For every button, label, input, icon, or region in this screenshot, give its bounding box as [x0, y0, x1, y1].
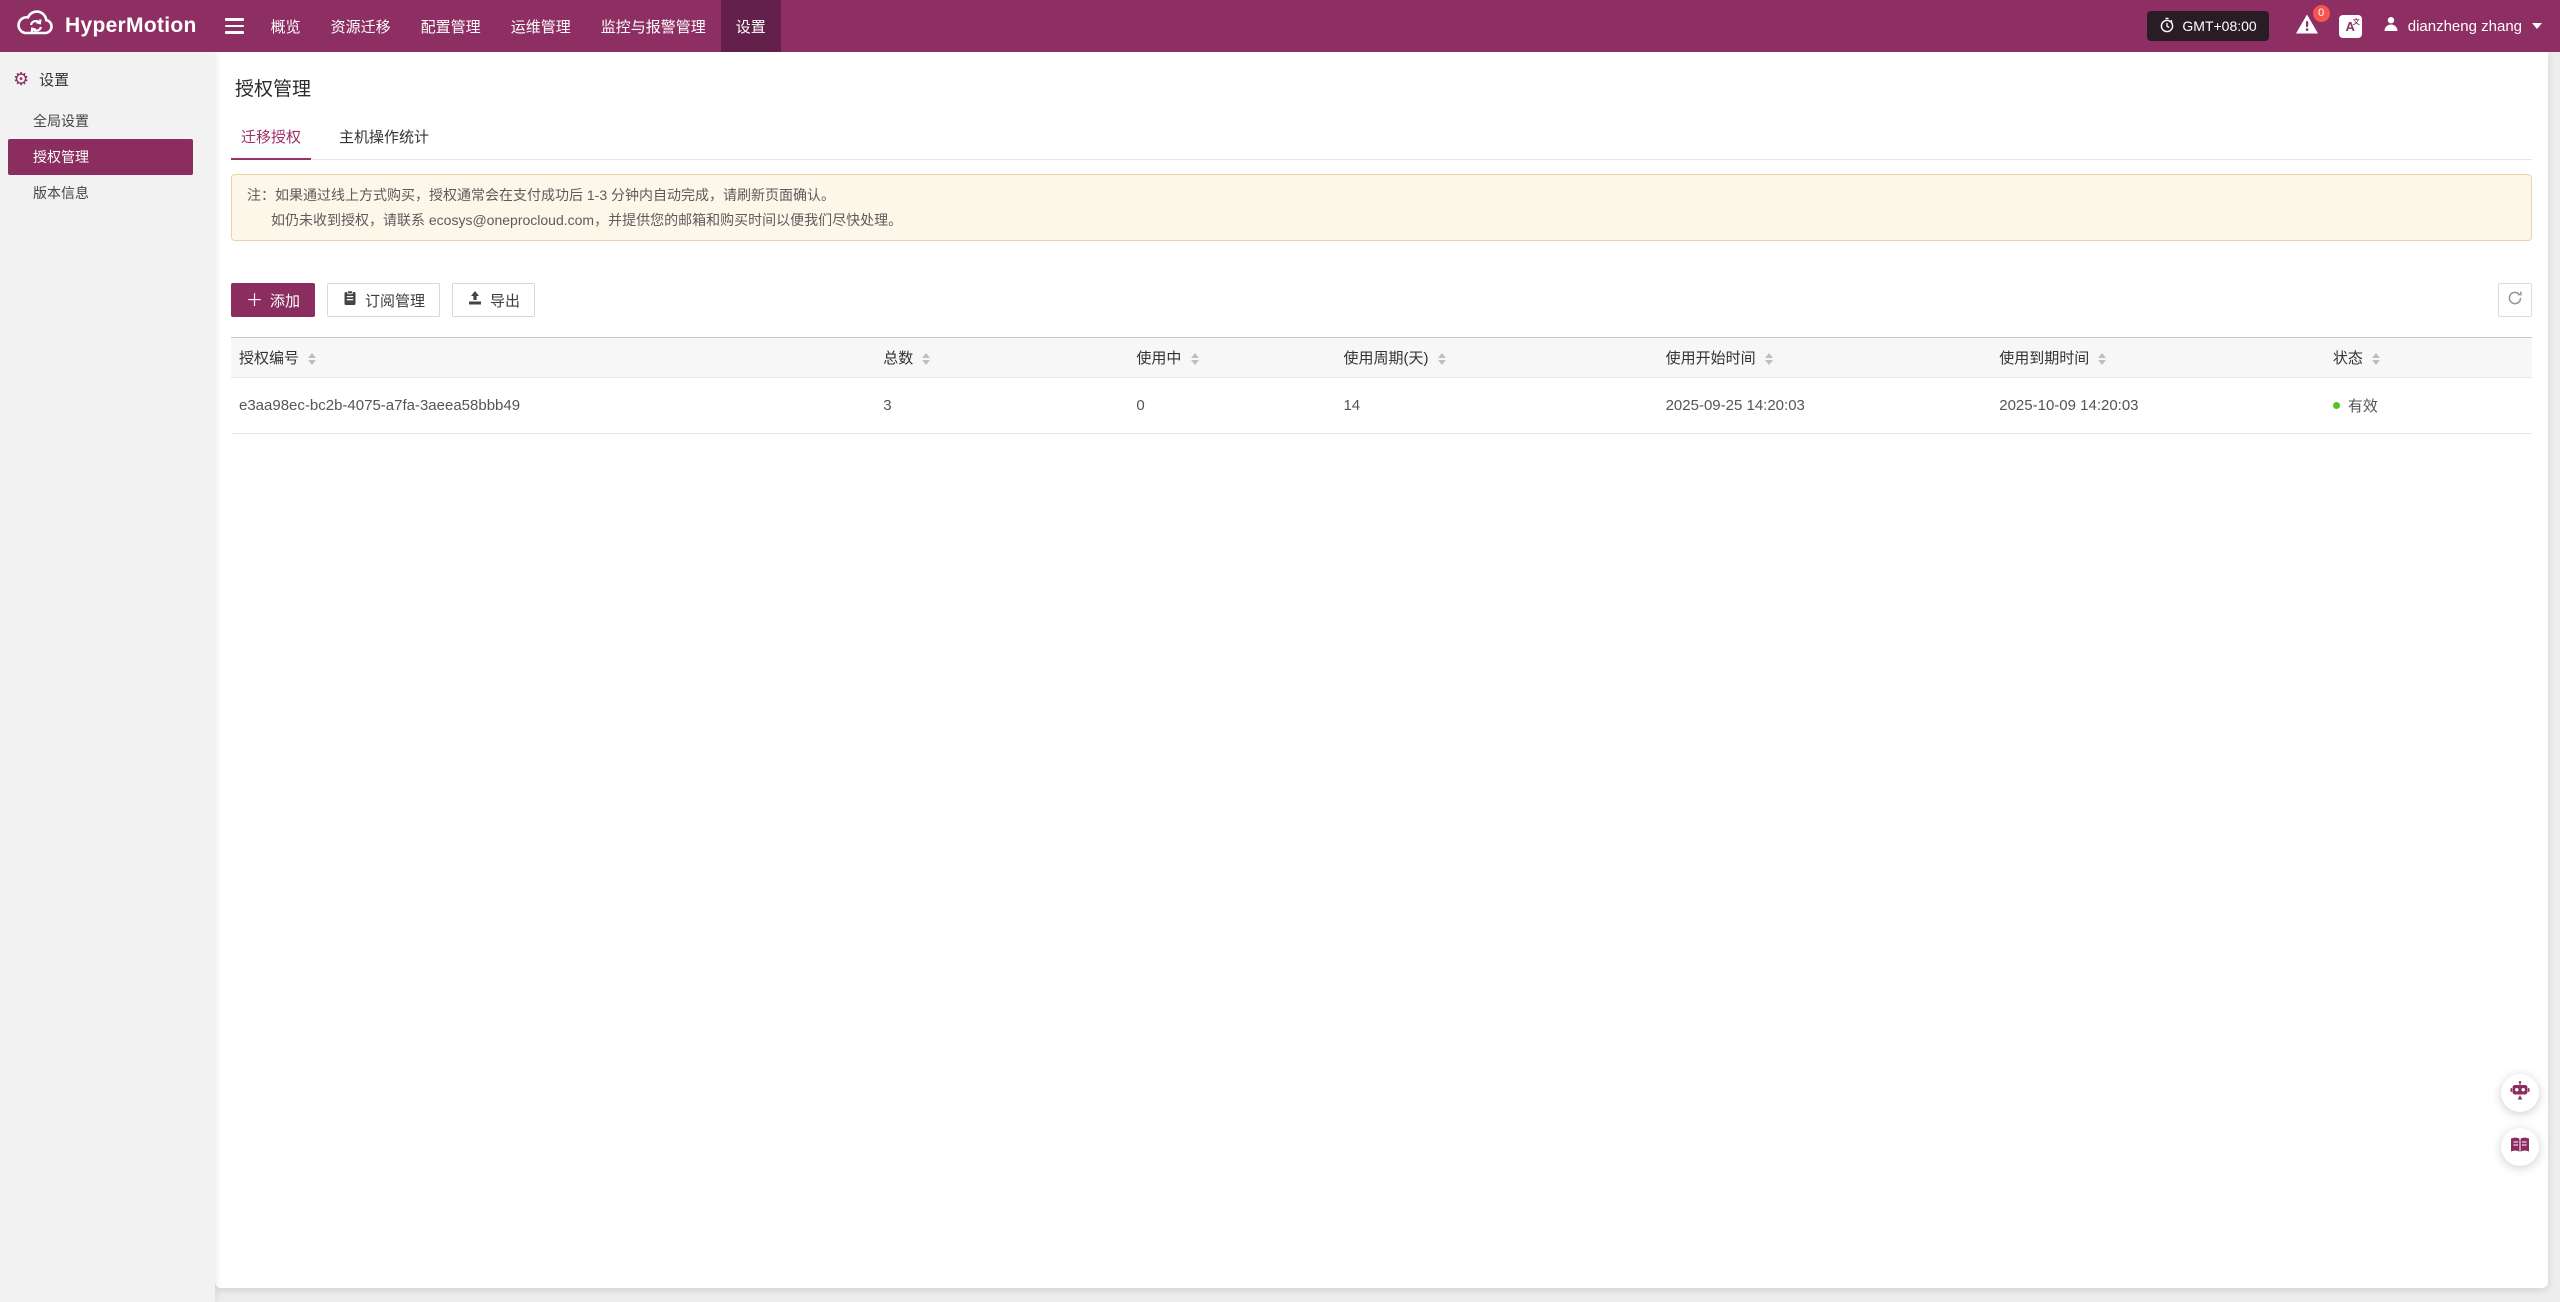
timezone-label: GMT+08:00 — [2182, 18, 2257, 34]
cell-authorization-id: e3aa98ec-bc2b-4075-a7fa-3aeea58bbb49 — [231, 377, 876, 434]
column-header-total[interactable]: 总数 — [875, 337, 1129, 378]
top-navbar: HyperMotion 概览 资源迁移 配置管理 运维管理 监控与报警管理 设置… — [0, 0, 2560, 52]
cell-usage-period: 14 — [1335, 377, 1658, 434]
notice-line-1: 注：如果通过线上方式购买，授权通常会在支付成功后 1-3 分钟内自动完成，请刷新… — [247, 187, 836, 203]
status-badge: 有效 — [2347, 398, 2378, 415]
refresh-icon — [2506, 289, 2524, 312]
notice-line-2: 如仍未收到授权，请联系 ecosys@oneprocloud.com，并提供您的… — [271, 211, 903, 228]
license-table: 授权编号 总数 使用中 使用周期(天) 使用开始时间 使用到期时间 状态 e3a… — [231, 337, 2532, 434]
subscription-management-button[interactable]: 订阅管理 — [327, 283, 441, 317]
sort-icon[interactable] — [2098, 353, 2107, 366]
nav-item-overview[interactable]: 概览 — [256, 0, 316, 52]
documentation-button[interactable] — [2501, 1128, 2539, 1166]
column-header-start-time[interactable]: 使用开始时间 — [1657, 337, 1992, 378]
nav-item-ops-management[interactable]: 运维管理 — [496, 0, 586, 52]
sidebar-item-license-management[interactable]: 授权管理 — [8, 139, 193, 175]
export-icon — [467, 290, 483, 310]
sidebar-header: ⚙ 设置 — [0, 52, 215, 103]
app-logo-cloud-icon — [16, 8, 56, 45]
nav-item-settings[interactable]: 设置 — [720, 0, 781, 52]
column-header-authorization-id[interactable]: 授权编号 — [231, 337, 876, 378]
sidebar-item-global-settings[interactable]: 全局设置 — [0, 103, 215, 139]
export-button-label: 导出 — [490, 292, 521, 310]
export-button[interactable]: 导出 — [452, 283, 536, 317]
main-nav: 概览 资源迁移 配置管理 运维管理 监控与报警管理 设置 — [256, 0, 781, 52]
add-button-label: 添加 — [270, 292, 301, 310]
menu-toggle-icon[interactable] — [224, 18, 244, 34]
refresh-button[interactable] — [2498, 283, 2532, 317]
sort-icon[interactable] — [308, 353, 317, 366]
table-row[interactable]: e3aa98ec-bc2b-4075-a7fa-3aeea58bbb49 3 0… — [231, 377, 2532, 434]
plus-icon: ＋ — [246, 290, 263, 310]
cell-start-time: 2025-09-25 14:20:03 — [1657, 377, 1992, 434]
add-button[interactable]: ＋ 添加 — [231, 283, 316, 317]
sidebar-header-label: 设置 — [39, 72, 70, 89]
notifications-button[interactable]: 0 — [2295, 4, 2330, 40]
nav-item-monitoring-alerts[interactable]: 监控与报警管理 — [586, 0, 721, 52]
warning-triangle-icon — [2295, 14, 2319, 39]
nav-item-resource-migration[interactable]: 资源迁移 — [316, 0, 406, 52]
sort-icon[interactable] — [922, 353, 931, 366]
tab-host-operation-stats[interactable]: 主机操作统计 — [329, 116, 439, 159]
sort-icon[interactable] — [1437, 353, 1446, 366]
cell-in-use: 0 — [1128, 377, 1336, 434]
user-menu[interactable]: dianzheng zhang — [2382, 15, 2542, 37]
floating-actions — [2501, 1074, 2539, 1166]
license-notice-box: 注：如果通过线上方式购买，授权通常会在支付成功后 1-3 分钟内自动完成，请刷新… — [231, 174, 2532, 241]
sort-icon[interactable] — [1764, 353, 1773, 366]
sidebar-item-version-info[interactable]: 版本信息 — [0, 175, 215, 211]
clock-icon — [2159, 17, 2175, 36]
chevron-down-icon — [2532, 23, 2542, 29]
language-switch-icon[interactable]: A 文 — [2338, 14, 2362, 38]
tab-bar: 迁移授权 主机操作统计 — [231, 116, 2532, 160]
column-header-status[interactable]: 状态 — [2324, 337, 2532, 378]
gear-icon: ⚙ — [13, 68, 30, 90]
column-header-in-use[interactable]: 使用中 — [1128, 337, 1336, 378]
app-brand[interactable]: HyperMotion — [0, 8, 197, 45]
table-toolbar: ＋ 添加 订阅管理 导出 — [231, 283, 2532, 317]
language-letter-small: 文 — [2352, 18, 2360, 26]
column-header-usage-period[interactable]: 使用周期(天) — [1335, 337, 1658, 378]
chatbot-button[interactable] — [2501, 1074, 2539, 1112]
cell-expire-time: 2025-10-09 14:20:03 — [1991, 377, 2325, 434]
page-title: 授权管理 — [235, 79, 312, 100]
table-header-row: 授权编号 总数 使用中 使用周期(天) 使用开始时间 使用到期时间 状态 — [231, 337, 2532, 378]
status-dot-green — [2332, 402, 2340, 409]
cell-total: 3 — [875, 377, 1129, 434]
user-name: dianzheng zhang — [2407, 17, 2522, 35]
nav-item-config-management[interactable]: 配置管理 — [406, 0, 496, 52]
user-icon — [2382, 15, 2400, 37]
app-title: HyperMotion — [65, 14, 197, 37]
robot-icon — [2509, 1080, 2531, 1107]
open-book-icon — [2509, 1134, 2531, 1161]
navbar-right: GMT+08:00 0 A 文 dianzheng zhang — [2147, 4, 2560, 41]
sort-icon[interactable] — [2372, 353, 2381, 366]
sort-icon[interactable] — [1190, 353, 1199, 366]
settings-sidebar: ⚙ 设置 全局设置 授权管理 版本信息 — [0, 52, 215, 1302]
subscription-icon — [342, 290, 358, 310]
main-content-card: 授权管理 迁移授权 主机操作统计 注：如果通过线上方式购买，授权通常会在支付成功… — [215, 52, 2548, 1288]
timezone-badge[interactable]: GMT+08:00 — [2147, 11, 2269, 41]
tab-migration-license[interactable]: 迁移授权 — [231, 116, 312, 160]
column-header-expire-time[interactable]: 使用到期时间 — [1991, 337, 2325, 378]
cell-status: 有效 — [2324, 377, 2532, 434]
notification-count-badge: 0 — [2312, 4, 2330, 22]
subscription-button-label: 订阅管理 — [365, 292, 426, 310]
